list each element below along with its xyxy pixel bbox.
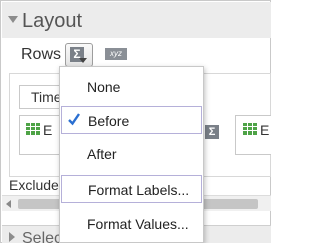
xyz-button[interactable]: xyz bbox=[105, 48, 127, 60]
menu-item-format-values[interactable]: Format Values... bbox=[61, 210, 202, 238]
sigma-icon[interactable]: Σ bbox=[205, 125, 219, 139]
grid-icon bbox=[243, 123, 257, 135]
menu-item-label: Format Values... bbox=[87, 216, 189, 232]
menu-item-after[interactable]: After bbox=[61, 140, 202, 168]
menu-item-label: None bbox=[87, 79, 121, 95]
expand-triangle-icon[interactable] bbox=[9, 232, 15, 242]
grid-icon bbox=[26, 123, 40, 135]
collapse-triangle-icon[interactable] bbox=[8, 16, 18, 23]
measure-cell-label: E bbox=[260, 122, 270, 138]
layout-panel-header[interactable]: Layout bbox=[2, 2, 271, 38]
menu-item-label: Before bbox=[88, 113, 130, 129]
exclude-label: Exclude bbox=[9, 177, 59, 193]
totals-dropdown-menu: None Before After Format Labels... Forma… bbox=[59, 66, 204, 243]
menu-item-label: Format Labels... bbox=[88, 182, 190, 198]
totals-dropdown-button[interactable]: Σ bbox=[65, 43, 93, 67]
menu-item-label: After bbox=[87, 146, 117, 162]
scroll-left-icon[interactable] bbox=[6, 200, 11, 208]
menu-item-before[interactable]: Before bbox=[61, 106, 202, 134]
menu-item-none[interactable]: None bbox=[61, 73, 202, 101]
measure-cell[interactable] bbox=[19, 115, 61, 155]
rows-label: Rows bbox=[21, 46, 62, 63]
checkmark-icon bbox=[68, 113, 80, 126]
measure-cell-label: E bbox=[43, 122, 53, 138]
chevron-down-icon bbox=[79, 58, 87, 63]
menu-item-format-labels[interactable]: Format Labels... bbox=[61, 175, 202, 203]
panel-title: Layout bbox=[22, 10, 83, 32]
time-column-label: Time bbox=[31, 89, 62, 105]
